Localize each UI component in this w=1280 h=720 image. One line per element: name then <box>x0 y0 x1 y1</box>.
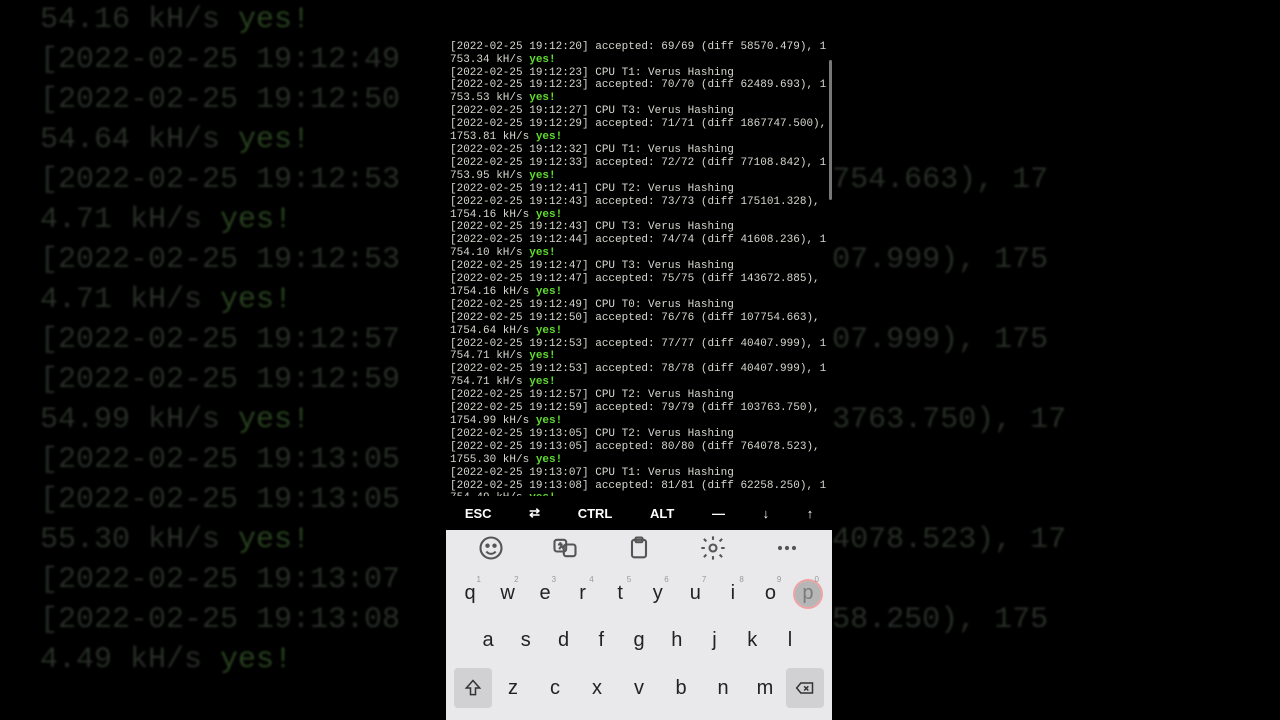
key-j[interactable]: j <box>699 621 731 661</box>
terminal-line: [2022-02-25 19:12:32] CPU T1: Verus Hash… <box>450 144 828 157</box>
key-i[interactable]: i8 <box>717 574 749 614</box>
key-z[interactable]: z <box>497 668 529 708</box>
translate-icon[interactable] <box>551 534 579 562</box>
terminal-line: [2022-02-25 19:12:49] CPU T0: Verus Hash… <box>450 299 828 312</box>
more-icon[interactable] <box>773 534 801 562</box>
key-y[interactable]: y6 <box>642 574 674 614</box>
terminal-line: [2022-02-25 19:12:27] CPU T3: Verus Hash… <box>450 105 828 118</box>
key-q[interactable]: q1 <box>454 574 486 614</box>
key-r[interactable]: r4 <box>567 574 599 614</box>
dash-key[interactable]: — <box>704 502 733 525</box>
ctrl-key[interactable]: CTRL <box>570 502 621 525</box>
key-g[interactable]: g <box>623 621 655 661</box>
key-m[interactable]: m <box>749 668 781 708</box>
alt-key[interactable]: ALT <box>642 502 682 525</box>
key-x[interactable]: x <box>581 668 613 708</box>
terminal-line: [2022-02-25 19:12:29] accepted: 71/71 (d… <box>450 118 828 144</box>
keyboard-row-2: asdfghjkl <box>452 621 826 661</box>
key-k[interactable]: k <box>736 621 768 661</box>
keyboard-toolbar <box>446 530 832 566</box>
soft-keyboard: q1w2e3r4t5y6u7i8o9p0 asdfghjkl zcxvbnm <box>446 530 832 720</box>
esc-key[interactable]: ESC <box>457 502 500 525</box>
key-h[interactable]: h <box>661 621 693 661</box>
terminal-line: [2022-02-25 19:12:47] accepted: 75/75 (d… <box>450 273 828 299</box>
shift-key[interactable] <box>454 668 492 708</box>
terminal-line: [2022-02-25 19:13:07] CPU T1: Verus Hash… <box>450 467 828 480</box>
terminal-line: [2022-02-25 19:13:05] CPU T2: Verus Hash… <box>450 428 828 441</box>
emoji-icon[interactable] <box>477 534 505 562</box>
terminal-line: [2022-02-25 19:12:41] CPU T2: Verus Hash… <box>450 183 828 196</box>
key-n[interactable]: n <box>707 668 739 708</box>
settings-icon[interactable] <box>699 534 727 562</box>
terminal-line: [2022-02-25 19:12:59] accepted: 79/79 (d… <box>450 402 828 428</box>
key-a[interactable]: a <box>472 621 504 661</box>
backspace-key[interactable] <box>786 668 824 708</box>
terminal-line: [2022-02-25 19:12:43] CPU T3: Verus Hash… <box>450 221 828 234</box>
arrow-down-key[interactable]: ↓ <box>755 502 778 525</box>
key-o[interactable]: o9 <box>754 574 786 614</box>
keyboard-row-1: q1w2e3r4t5y6u7i8o9p0 <box>452 574 826 614</box>
key-e[interactable]: e3 <box>529 574 561 614</box>
terminal-line: [2022-02-25 19:12:50] accepted: 76/76 (d… <box>450 312 828 338</box>
key-s[interactable]: s <box>510 621 542 661</box>
key-d[interactable]: d <box>548 621 580 661</box>
foreground-phone-panel: [2022-02-25 19:12:20] accepted: 69/69 (d… <box>446 0 832 720</box>
keyboard-rows: q1w2e3r4t5y6u7i8o9p0 asdfghjkl zcxvbnm <box>446 566 832 720</box>
key-p[interactable]: p0 <box>792 574 824 614</box>
terminal-line: [2022-02-25 19:12:43] accepted: 73/73 (d… <box>450 196 828 222</box>
terminal-line: [2022-02-25 19:12:44] accepted: 74/74 (d… <box>450 234 828 260</box>
terminal-line: [2022-02-25 19:12:33] accepted: 72/72 (d… <box>450 157 828 183</box>
keyboard-row-3: zcxvbnm <box>452 668 826 708</box>
terminal-scrollbar[interactable] <box>829 60 832 200</box>
terminal-line: [2022-02-25 19:12:57] CPU T2: Verus Hash… <box>450 389 828 402</box>
key-c[interactable]: c <box>539 668 571 708</box>
terminal-line: [2022-02-25 19:13:08] accepted: 81/81 (d… <box>450 480 828 496</box>
terminal-line: [2022-02-25 19:12:20] accepted: 69/69 (d… <box>450 41 828 67</box>
key-l[interactable]: l <box>774 621 806 661</box>
terminal-line: [2022-02-25 19:12:23] CPU T1: Verus Hash… <box>450 67 828 80</box>
clipboard-icon[interactable] <box>625 534 653 562</box>
touch-indicator <box>795 581 821 607</box>
key-v[interactable]: v <box>623 668 655 708</box>
key-f[interactable]: f <box>585 621 617 661</box>
terminal-line: [2022-02-25 19:12:23] accepted: 70/70 (d… <box>450 79 828 105</box>
terminal-line: [2022-02-25 19:12:47] CPU T3: Verus Hash… <box>450 260 828 273</box>
key-u[interactable]: u7 <box>679 574 711 614</box>
terminal-line: [2022-02-25 19:13:05] accepted: 80/80 (d… <box>450 441 828 467</box>
terminal-function-row: ESC ⇄ CTRL ALT — ↓ ↑ <box>446 496 832 530</box>
key-w[interactable]: w2 <box>492 574 524 614</box>
swap-key[interactable]: ⇄ <box>521 501 548 525</box>
terminal-output: [2022-02-25 19:12:20] accepted: 69/69 (d… <box>446 0 832 496</box>
key-t[interactable]: t5 <box>604 574 636 614</box>
terminal-line: [2022-02-25 19:12:53] accepted: 78/78 (d… <box>450 363 828 389</box>
terminal-line: [2022-02-25 19:12:53] accepted: 77/77 (d… <box>450 338 828 364</box>
arrow-up-key[interactable]: ↑ <box>799 502 822 525</box>
key-b[interactable]: b <box>665 668 697 708</box>
